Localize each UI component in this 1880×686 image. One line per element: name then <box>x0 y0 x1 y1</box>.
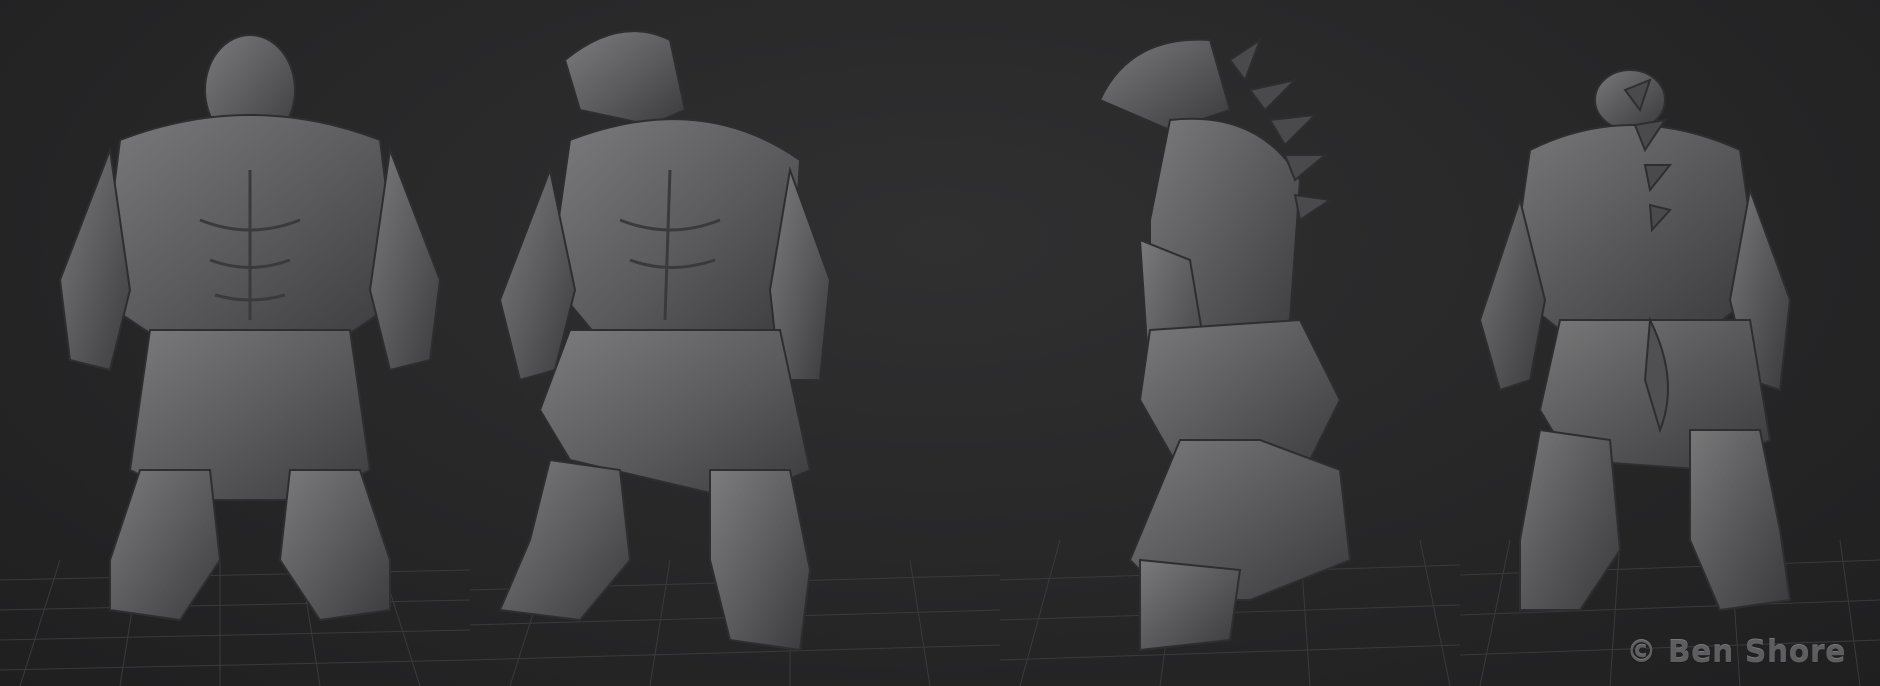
back-view-figure <box>1460 69 1880 686</box>
side-view-panel <box>1000 0 1460 686</box>
creature-body <box>498 30 832 652</box>
creature-body <box>1098 38 1352 652</box>
side-view-figure <box>1000 37 1460 686</box>
creature-body <box>1478 69 1792 612</box>
watermark-credit: © Ben Shore <box>1626 635 1846 670</box>
back-view-panel <box>1460 0 1880 686</box>
three-quarter-view-panel <box>470 0 1000 686</box>
front-view-figure <box>0 34 470 686</box>
creature-body <box>58 34 442 622</box>
floor-grid <box>0 559 470 686</box>
three-quarter-view-figure <box>470 30 1000 686</box>
sculpt-viewport: © Ben Shore <box>0 0 1880 686</box>
front-view-panel <box>0 0 470 686</box>
